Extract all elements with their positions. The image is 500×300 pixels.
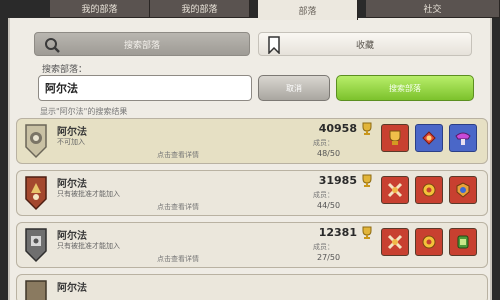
bookmark-icon	[268, 36, 280, 54]
clear-button[interactable]: 取消	[258, 75, 330, 101]
clan-join-status: 只有被批准才能加入	[57, 242, 120, 250]
clan-trophies: 40958	[318, 122, 357, 135]
clan-row[interactable]: 阿尔法 只有被批准才能加入 点击查看详情 12381 成员： 27/50	[16, 222, 488, 268]
search-clans-subtab[interactable]: 搜索部落	[34, 32, 250, 56]
tab-bar: 我的部落 我的部落 部落 社交	[0, 0, 500, 20]
league-icon	[449, 124, 477, 152]
clan-name: 阿尔法	[57, 283, 87, 294]
trophy-requirement-icon	[381, 124, 409, 152]
trophy-icon	[362, 226, 372, 239]
search-clans-subtab-label: 搜索部落	[123, 40, 160, 51]
war-frequency-icon	[415, 124, 443, 152]
tab-clans[interactable]: 部落	[258, 0, 358, 20]
members-count: 44/50	[317, 201, 341, 210]
search-result-note: 显示"阿尔法"的搜索结果	[40, 107, 128, 116]
tab-my-clan-2[interactable]: 我的部落	[150, 0, 250, 18]
league-icon	[449, 176, 477, 204]
members-count: 48/50	[317, 149, 341, 158]
location-icon	[415, 228, 443, 256]
members-count: 27/50	[317, 253, 341, 262]
saved-clans-subtab-label: 收藏	[355, 40, 374, 51]
game-screen: 我的部落 我的部落 部落 社交 搜索部落 收藏 搜索部落： 阿尔法 取消 搜索部…	[0, 0, 500, 300]
war-frequency-icon	[381, 228, 409, 256]
war-frequency-icon	[381, 176, 409, 204]
view-details-hint: 点击查看详情	[157, 255, 199, 263]
clan-trophies: 31985	[318, 174, 357, 187]
clan-join-status: 只有被批准才能加入	[57, 190, 120, 198]
search-input[interactable]: 阿尔法	[38, 75, 252, 101]
clan-name: 阿尔法	[57, 127, 87, 138]
members-label: 成员：	[313, 243, 334, 251]
clan-trophies: 12381	[318, 226, 357, 239]
clan-row[interactable]: 阿尔法 不可加入 点击查看详情 40958 成员： 48/50	[16, 118, 488, 164]
search-label: 搜索部落：	[42, 65, 88, 75]
tab-my-clan[interactable]: 我的部落	[50, 0, 150, 18]
clan-join-status: 不可加入	[57, 138, 85, 146]
tab-social[interactable]: 社交	[366, 0, 500, 18]
clan-row[interactable]: 阿尔法 只有被批准才能加入 点击查看详情 31985 成员： 44/50	[16, 170, 488, 216]
clan-name: 阿尔法	[57, 179, 87, 190]
clan-panel: 搜索部落 收藏 搜索部落： 阿尔法 取消 搜索部落 显示"阿尔法"的搜索结果 阿…	[8, 18, 492, 300]
clan-badge-icon	[25, 280, 47, 300]
saved-clans-subtab[interactable]: 收藏	[258, 32, 472, 56]
magnifier-icon	[45, 38, 60, 53]
search-button[interactable]: 搜索部落	[336, 75, 474, 101]
location-icon	[415, 176, 443, 204]
clan-badge-icon	[25, 176, 47, 211]
clan-name: 阿尔法	[57, 231, 87, 242]
view-details-hint: 点击查看详情	[157, 151, 199, 159]
trophy-icon	[362, 122, 372, 135]
view-details-hint: 点击查看详情	[157, 203, 199, 211]
clan-row[interactable]: 阿尔法	[16, 274, 488, 300]
members-label: 成员：	[313, 139, 334, 147]
members-label: 成员：	[313, 191, 334, 199]
clan-badge-icon	[25, 124, 47, 159]
trophy-icon	[362, 174, 372, 187]
clan-badge-icon	[25, 228, 47, 263]
league-icon	[449, 228, 477, 256]
